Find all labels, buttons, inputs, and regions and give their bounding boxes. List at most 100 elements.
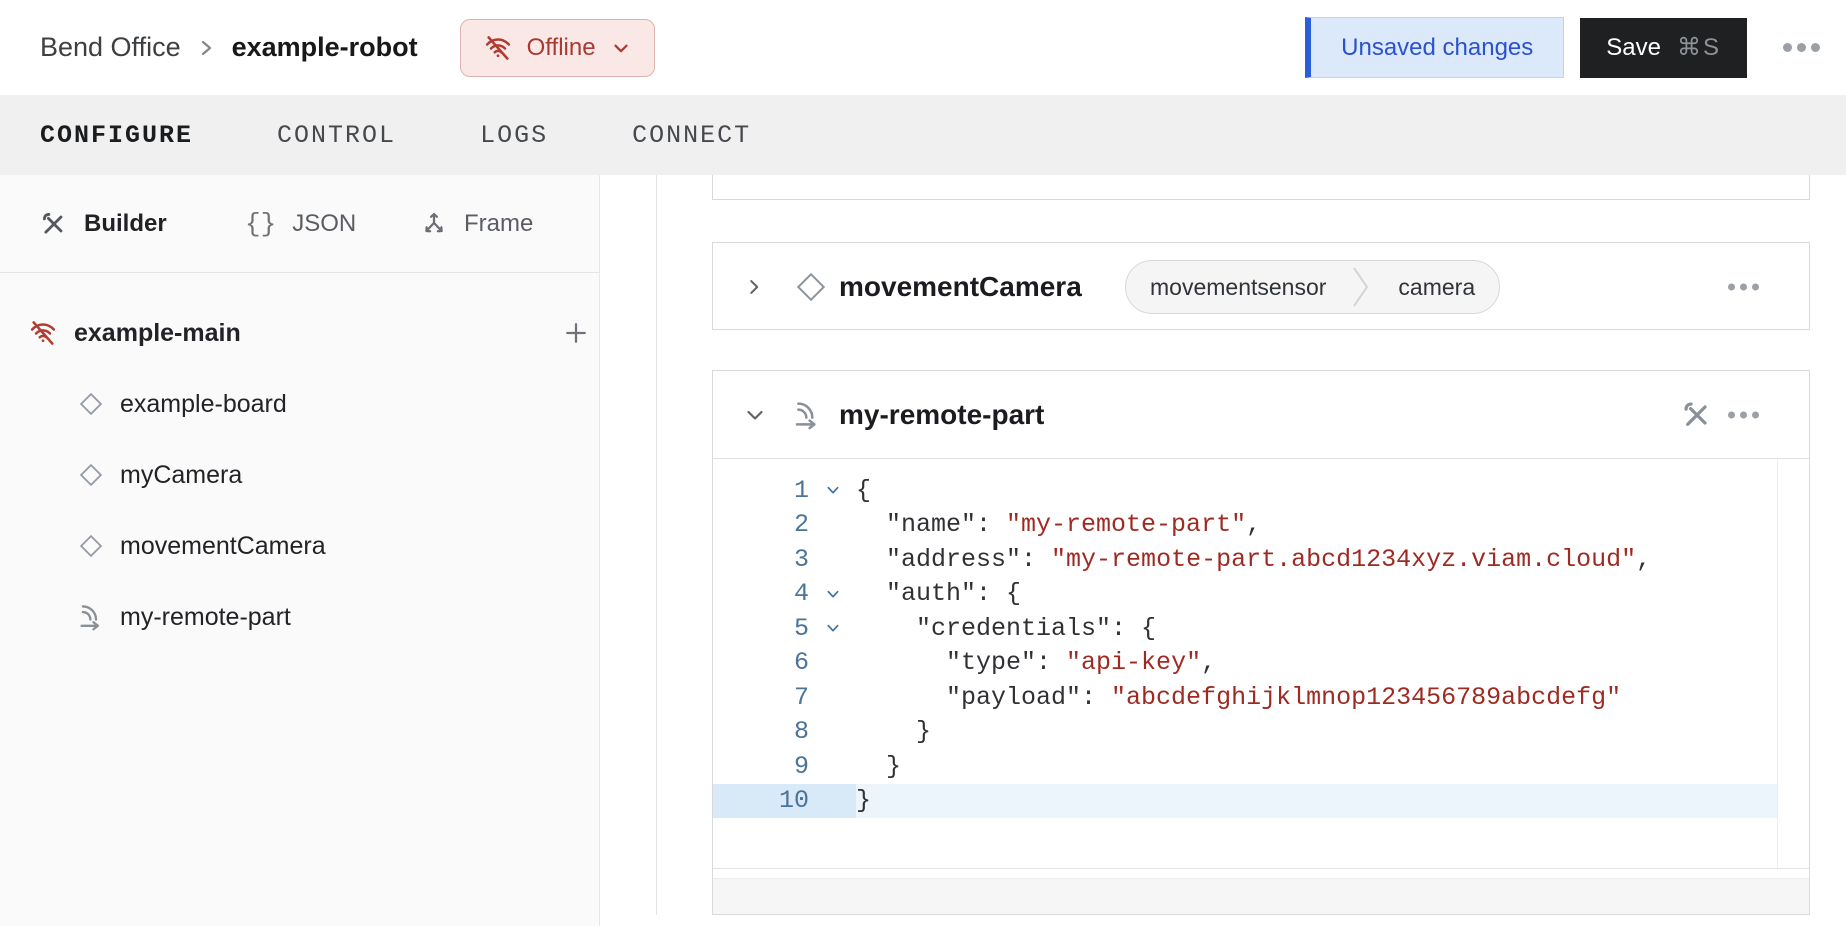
remote-icon <box>76 602 106 632</box>
breadcrumb: Bend Office example-robot <box>40 32 418 63</box>
wifi-off-icon <box>28 318 58 348</box>
diamond-icon <box>76 460 106 490</box>
code-text[interactable]: "name": "my-remote-part", <box>856 508 1809 543</box>
remote-part-card: my-remote-part 1{2 "name": "my-remote-pa… <box>712 370 1810 915</box>
movement-camera-card: movementCamera movementsensor camera <box>712 242 1810 330</box>
tree-item-label: my-remote-part <box>120 603 291 632</box>
line-number: 9 <box>713 752 809 781</box>
save-shortcut-hint: ⌘S <box>1677 33 1721 62</box>
fold-chevron-icon[interactable] <box>809 620 856 636</box>
code-text[interactable]: } <box>856 749 1809 784</box>
app-header: Bend Office example-robot Offline <box>0 0 1846 95</box>
remote-part-card-header: my-remote-part <box>713 371 1809 459</box>
line-number: 1 <box>713 476 809 505</box>
code-line-2: 2 "name": "my-remote-part", <box>713 508 1809 543</box>
frame-icon <box>420 210 448 238</box>
braces-icon: {} <box>245 209 276 239</box>
tab-configure[interactable]: CONFIGURE <box>40 121 193 150</box>
subnav-label: Builder <box>84 210 167 238</box>
fold-chevron-icon[interactable] <box>809 482 856 498</box>
header-overflow-menu[interactable] <box>1783 43 1820 52</box>
unsaved-changes-badge[interactable]: Unsaved changes <box>1305 17 1564 78</box>
line-number: 10 <box>713 786 809 815</box>
chevron-right-icon[interactable] <box>743 276 765 298</box>
builder-sidebar: Builder {} JSON Frame example-main example-b… <box>0 175 600 926</box>
diamond-icon <box>76 389 106 419</box>
line-number: 7 <box>713 683 809 712</box>
subnav-frame[interactable]: Frame <box>420 175 533 272</box>
code-line-1: 1{ <box>713 473 1809 508</box>
tag-separator-icon <box>1350 261 1374 313</box>
save-button[interactable]: Save ⌘S <box>1580 18 1747 78</box>
line-number: 4 <box>713 579 809 608</box>
code-line-6: 6 "type": "api-key", <box>713 646 1809 681</box>
tree-root-label: example-main <box>74 319 241 348</box>
tab-logs[interactable]: LOGS <box>480 121 548 150</box>
remote-part-icon <box>791 399 823 431</box>
header-actions: Unsaved changes Save ⌘S <box>1305 0 1846 95</box>
diamond-icon <box>76 531 106 561</box>
tree-item-label: movementCamera <box>120 532 326 561</box>
main-tab-bar: CONFIGURE CONTROL LOGS CONNECT <box>0 95 1846 175</box>
code-text[interactable]: "type": "api-key", <box>856 646 1809 681</box>
tree-root-part[interactable]: example-main <box>0 311 627 355</box>
code-text[interactable]: "auth": { <box>856 577 1809 612</box>
tab-control[interactable]: CONTROL <box>277 121 396 150</box>
code-line-7: 7 "payload": "abcdefghijklmnop123456789a… <box>713 680 1809 715</box>
fold-chevron-icon[interactable] <box>809 586 856 602</box>
tree-item-label: example-board <box>120 390 287 419</box>
partial-card-above <box>712 175 1810 200</box>
code-text[interactable]: "address": "my-remote-part.abcd1234xyz.v… <box>856 542 1809 577</box>
code-line-5: 5 "credentials": { <box>713 611 1809 646</box>
tree-item-movementcamera[interactable]: movementCamera <box>0 524 675 568</box>
code-lines: 1{2 "name": "my-remote-part",3 "address"… <box>713 473 1809 818</box>
chevron-down-icon[interactable] <box>743 403 767 427</box>
code-line-8: 8 } <box>713 715 1809 750</box>
chevron-down-icon <box>610 37 632 59</box>
tree-item-example-board[interactable]: example-board <box>0 382 675 426</box>
subnav-json[interactable]: {} JSON <box>245 175 356 272</box>
line-number: 8 <box>713 717 809 746</box>
code-text[interactable]: "payload": "abcdefghijklmnop123456789abc… <box>856 680 1809 715</box>
movement-camera-card-header: movementCamera movementsensor camera <box>713 243 1809 331</box>
code-text[interactable]: } <box>856 715 1809 750</box>
viam-app-window: Bend Office example-robot Offline <box>0 0 1846 926</box>
tools-icon[interactable] <box>1681 399 1713 431</box>
line-number: 6 <box>713 648 809 677</box>
card-overflow-menu[interactable] <box>1728 411 1759 418</box>
component-type-tags: movementsensor camera <box>1125 260 1500 314</box>
subnav-label: Frame <box>464 210 533 238</box>
subnav-builder[interactable]: Builder <box>40 175 167 272</box>
code-line-4: 4 "auth": { <box>713 577 1809 612</box>
add-component-button[interactable] <box>561 318 591 348</box>
code-text[interactable]: } <box>856 784 1809 819</box>
code-text[interactable]: "credentials": { <box>856 611 1809 646</box>
tab-connect[interactable]: CONNECT <box>632 121 751 150</box>
card-overflow-menu[interactable] <box>1728 284 1759 291</box>
subnav-label: JSON <box>292 210 356 238</box>
tree-item-mycamera[interactable]: myCamera <box>0 453 675 497</box>
code-text[interactable]: { <box>856 473 1809 508</box>
diamond-icon <box>791 267 831 307</box>
config-view-switcher: Builder {} JSON Frame <box>0 175 599 273</box>
code-line-10: 10} <box>713 784 1809 819</box>
content-divider <box>656 175 657 915</box>
save-label: Save <box>1606 34 1661 62</box>
wifi-off-icon <box>483 33 513 63</box>
card-title: movementCamera <box>839 271 1082 303</box>
tree-item-label: myCamera <box>120 461 242 490</box>
json-code-editor[interactable]: 1{2 "name": "my-remote-part",3 "address"… <box>713 459 1809 869</box>
breadcrumb-org-link[interactable]: Bend Office <box>40 32 181 63</box>
machine-status-dropdown[interactable]: Offline <box>460 19 655 77</box>
tree-item-my-remote-part[interactable]: my-remote-part <box>0 595 675 639</box>
breadcrumb-separator-icon <box>199 36 214 60</box>
tag-camera: camera <box>1374 261 1499 313</box>
tag-movementsensor: movementsensor <box>1126 261 1350 313</box>
tools-icon <box>40 210 68 238</box>
code-line-3: 3 "address": "my-remote-part.abcd1234xyz… <box>713 542 1809 577</box>
line-number: 2 <box>713 510 809 539</box>
card-resize-footer[interactable] <box>713 878 1809 914</box>
editor-scrollbar[interactable] <box>1777 459 1809 868</box>
breadcrumb-robot-name: example-robot <box>232 32 418 63</box>
line-number: 5 <box>713 614 809 643</box>
